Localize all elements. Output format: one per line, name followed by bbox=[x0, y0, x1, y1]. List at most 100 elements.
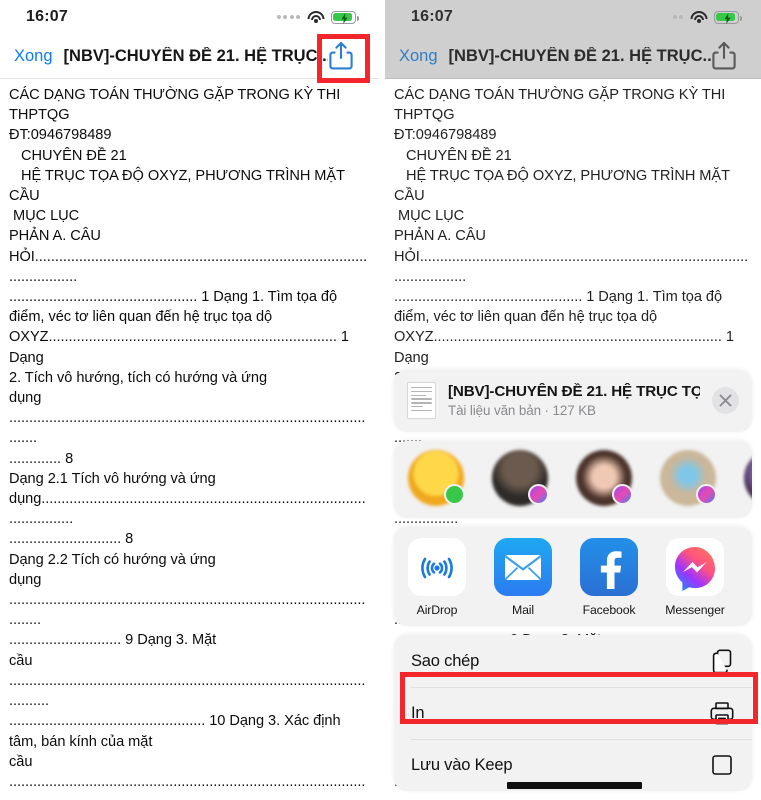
contact-item[interactable] bbox=[646, 450, 730, 511]
share-target-facebook[interactable]: Facebook bbox=[566, 538, 652, 617]
save-icon bbox=[709, 752, 735, 778]
document-line: HỆ TRỤC TỌA ĐỘ OXYZ, PHƯƠNG TRÌNH MẶT CẦ… bbox=[394, 167, 734, 205]
action-label: Sao chép bbox=[411, 651, 480, 670]
document-line: ............................ 9 Dạng 3. M… bbox=[9, 632, 217, 649]
document-line: Dạng 2.1 Tích vô hướng và ứng bbox=[9, 470, 216, 487]
navigation-bar-left: Xong [NBV]-CHUYÊN ĐỀ 21. HỆ TRỤC... bbox=[0, 34, 378, 78]
document-line: MỤC LỤC bbox=[394, 208, 465, 225]
screenshot-stage: 16:07 Xong [NBV]-CHUYÊN ĐỀ 21. HỆ TRỤC..… bbox=[0, 0, 761, 800]
document-line: HỎI.....................................… bbox=[9, 248, 368, 285]
document-line: HỆ TRỤC TỌA ĐỘ OXYZ, PHƯƠNG TRÌNH MẶT CẦ… bbox=[9, 167, 349, 205]
shared-file-meta: [NBV]-CHUYÊN ĐỀ 21. HỆ TRỤC TỌA Đ... Tài… bbox=[448, 383, 700, 418]
document-line: Dạng 2.2 Tích có hướng và ứng bbox=[9, 551, 216, 568]
document-line: ............................ 8 bbox=[9, 531, 134, 548]
signal-dots-icon bbox=[276, 15, 300, 19]
contacts-row[interactable] bbox=[394, 441, 752, 518]
battery-charging-icon bbox=[714, 10, 742, 24]
document-line: ........................................… bbox=[9, 713, 341, 730]
document-line: PHẢN A. CÂU bbox=[9, 228, 101, 245]
document-line: MỤC LỤC bbox=[9, 208, 80, 225]
status-bar-indicators bbox=[276, 10, 359, 24]
share-file-card: [NBV]-CHUYÊN ĐỀ 21. HỆ TRỤC TỌA Đ... Tài… bbox=[394, 370, 752, 432]
app-label: Messenger bbox=[665, 603, 725, 617]
document-line: OXYZ....................................… bbox=[9, 329, 353, 366]
document-line: OXYZ....................................… bbox=[394, 329, 738, 366]
document-line: 2. Tích vô hướng, tích có hướng và ứng bbox=[9, 369, 268, 386]
contact-item[interactable] bbox=[394, 450, 478, 511]
document-line: ĐT:0946798489 bbox=[394, 127, 497, 144]
document-text-left[interactable]: CÁC DẠNG TOÁN THƯỜNG GẶP TRONG KỲ THI TH… bbox=[0, 79, 378, 800]
status-bar-left: 16:07 bbox=[0, 0, 378, 34]
messenger-icon bbox=[666, 538, 724, 596]
print-icon bbox=[709, 700, 735, 726]
done-button[interactable]: Xong bbox=[14, 47, 53, 66]
status-bar-indicators bbox=[672, 10, 742, 24]
avatar bbox=[492, 450, 549, 506]
wifi-icon bbox=[690, 10, 707, 24]
share-icon[interactable] bbox=[711, 41, 737, 71]
avatar bbox=[744, 450, 752, 506]
document-line: dụng ...................................… bbox=[9, 390, 366, 447]
page-title: [NBV]-CHUYÊN ĐỀ 21. HỆ TRỤC... bbox=[63, 46, 328, 65]
share-sheet: [NBV]-CHUYÊN ĐỀ 21. HỆ TRỤC TỌA Đ... Tài… bbox=[385, 370, 761, 800]
share-apps-card: AirDrop Mail Facebook Messenger bbox=[394, 527, 752, 626]
action-print[interactable]: In bbox=[394, 687, 752, 739]
contact-item[interactable] bbox=[478, 450, 562, 511]
messenger-badge-icon bbox=[612, 484, 633, 505]
share-icon[interactable] bbox=[328, 41, 354, 71]
contact-item[interactable] bbox=[562, 450, 646, 511]
close-icon[interactable] bbox=[712, 387, 739, 414]
document-line: CÁC DẠNG TOÁN THƯỜNG GẶP TRONG KỲ THI TH… bbox=[394, 87, 730, 124]
document-line: PHẢN A. CÂU bbox=[394, 228, 486, 245]
status-bar-right: 16:07 bbox=[385, 0, 761, 34]
facebook-icon bbox=[580, 538, 638, 596]
document-thumbnail-icon bbox=[407, 382, 436, 419]
document-line: ............. 8 bbox=[9, 450, 74, 467]
phone-screen-right: 16:07 Xong [NBV]-CHUYÊN ĐỀ 21. HỆ TRỤC..… bbox=[385, 0, 761, 800]
airdrop-icon bbox=[408, 538, 466, 596]
wifi-icon bbox=[307, 10, 324, 24]
signal-dots-icon bbox=[672, 15, 683, 19]
app-label: Mail bbox=[512, 603, 534, 617]
document-line: điểm, véc tơ liên quan đến hệ trục tọa d… bbox=[394, 309, 658, 326]
redaction-bar bbox=[507, 782, 642, 789]
document-line: dụng....................................… bbox=[9, 491, 366, 528]
document-line: điểm, véc tơ liên quan đến hệ trục tọa d… bbox=[9, 309, 273, 326]
document-line: ........................................… bbox=[394, 289, 723, 306]
share-contacts-card bbox=[394, 441, 752, 518]
navigation-bar-right: Xong [NBV]-CHUYÊN ĐỀ 21. HỆ TRỤC... bbox=[385, 34, 761, 78]
shared-file-row[interactable]: [NBV]-CHUYÊN ĐỀ 21. HỆ TRỤC TỌA Đ... Tài… bbox=[394, 370, 752, 432]
document-line: cầu ....................................… bbox=[9, 753, 366, 800]
document-line: dụng ...................................… bbox=[9, 571, 366, 629]
apps-row[interactable]: AirDrop Mail Facebook Messenger bbox=[394, 527, 752, 626]
share-target-twitter[interactable]: T bbox=[738, 538, 752, 617]
avatar bbox=[660, 450, 717, 506]
contact-item[interactable] bbox=[730, 450, 752, 511]
document-line: cầu ....................................… bbox=[9, 652, 366, 710]
messenger-badge-icon bbox=[696, 484, 717, 505]
app-label: Facebook bbox=[582, 603, 636, 617]
document-line: CHUYÊN ĐỀ 21 bbox=[9, 147, 127, 164]
document-line: CHUYÊN ĐỀ 21 bbox=[394, 147, 512, 164]
action-label: In bbox=[411, 703, 425, 722]
page-title: [NBV]-CHUYÊN ĐỀ 21. HỆ TRỤC... bbox=[448, 46, 711, 65]
done-button[interactable]: Xong bbox=[399, 47, 438, 66]
messenger-badge-icon bbox=[528, 484, 549, 505]
document-line: HỎI.....................................… bbox=[394, 248, 749, 285]
mail-icon bbox=[494, 538, 552, 596]
shared-file-subtitle: Tài liệu văn bản · 127 KB bbox=[448, 403, 596, 418]
phone-screen-left: 16:07 Xong [NBV]-CHUYÊN ĐỀ 21. HỆ TRỤC..… bbox=[0, 0, 378, 800]
share-target-mail[interactable]: Mail bbox=[480, 538, 566, 617]
document-line: tâm, bán kính của mặt bbox=[9, 733, 153, 750]
share-target-airdrop[interactable]: AirDrop bbox=[394, 538, 480, 617]
status-bar-clock: 16:07 bbox=[26, 8, 68, 25]
app-label: AirDrop bbox=[416, 603, 458, 617]
avatar bbox=[408, 450, 465, 506]
whatsapp-badge-icon bbox=[444, 484, 465, 505]
action-copy[interactable]: Sao chép bbox=[394, 635, 752, 687]
status-bar-clock: 16:07 bbox=[411, 8, 453, 25]
share-target-messenger[interactable]: Messenger bbox=[652, 538, 738, 617]
copy-icon bbox=[709, 648, 735, 674]
document-line: ĐT:0946798489 bbox=[9, 127, 112, 144]
battery-charging-icon bbox=[331, 10, 359, 24]
